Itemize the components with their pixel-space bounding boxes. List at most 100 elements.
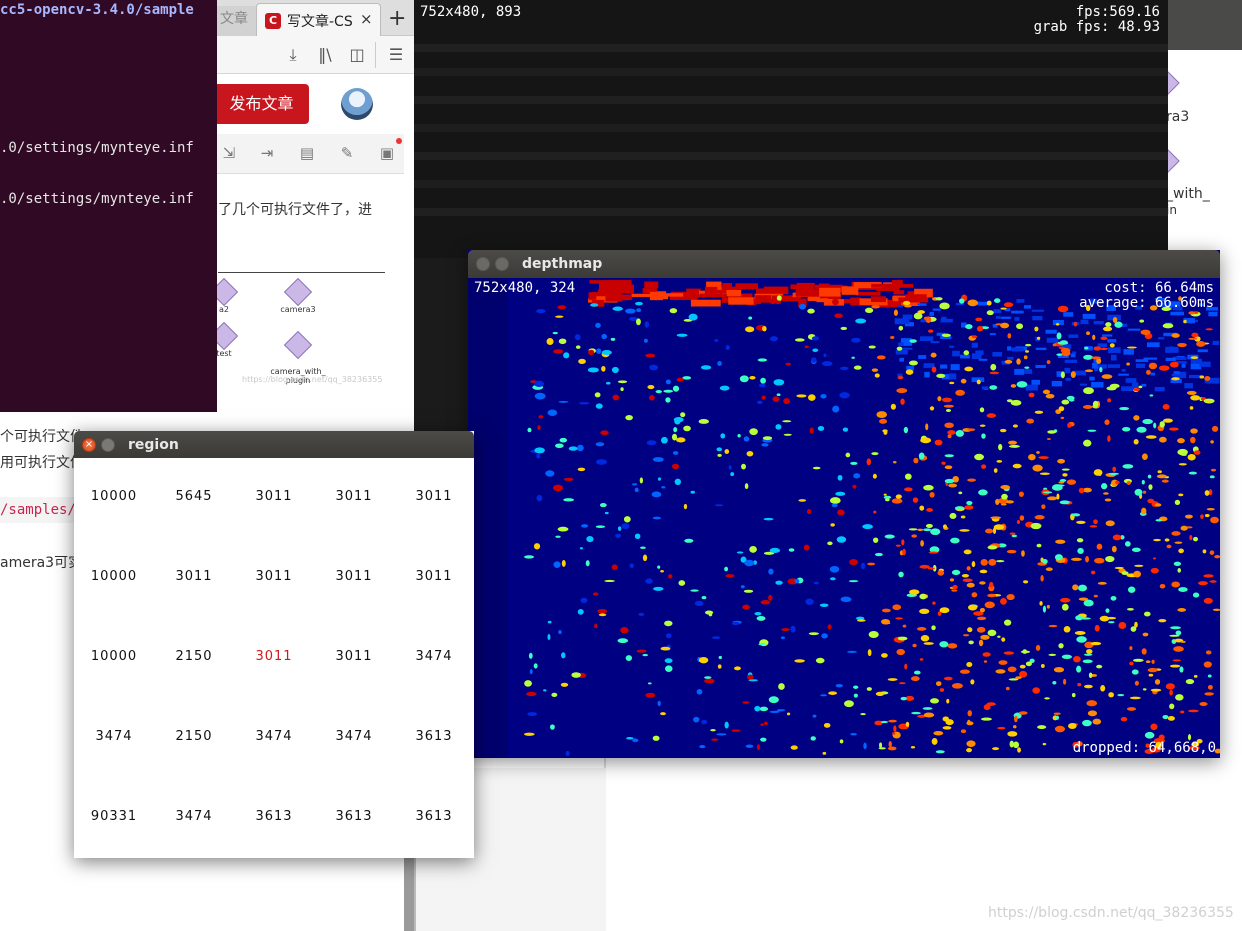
depth-blob: [1111, 545, 1117, 553]
depth-blob: [929, 491, 935, 498]
depth-blob: [758, 383, 766, 388]
depth-blob: [989, 333, 996, 336]
depth-blob: [1063, 626, 1071, 633]
depth-blob: [529, 669, 533, 675]
depth-blob: [868, 631, 879, 639]
quill-icon[interactable]: ✎: [336, 144, 358, 164]
depth-blob: [563, 477, 574, 481]
depth-blob: [891, 498, 903, 504]
depth-blob: [1088, 672, 1093, 679]
depth-blob: [1192, 592, 1200, 598]
depth-blob: [943, 404, 954, 408]
depth-blob: [853, 693, 858, 698]
depth-blob: [1007, 356, 1014, 360]
depth-blob: [976, 616, 987, 621]
depth-blob: [1188, 709, 1199, 713]
depth-blob: [632, 483, 638, 486]
depth-blob: [714, 339, 719, 342]
depth-blob: [749, 545, 757, 553]
publish-button[interactable]: 发布文章: [214, 84, 309, 124]
camera-fps: fps:569.16: [1075, 4, 1160, 20]
depth-blob: [1014, 317, 1020, 321]
depth-blob: [701, 595, 707, 600]
depth-blob: [1031, 379, 1040, 385]
depth-blob: [1025, 350, 1030, 353]
depth-blob: [967, 299, 979, 307]
depth-blob: [1104, 498, 1112, 502]
depth-blob: [879, 742, 883, 749]
depth-blob: [929, 406, 935, 411]
depth-blob: [1099, 615, 1110, 622]
article-text: 用可执行文件: [0, 455, 80, 471]
region-cell: 5645: [175, 489, 213, 504]
depth-blob: [918, 452, 925, 460]
sidebar-icon[interactable]: ◫: [346, 44, 368, 66]
depth-average: average: 66.60ms: [1079, 295, 1214, 311]
depth-blob: [665, 397, 671, 403]
minimize-icon[interactable]: [101, 438, 115, 452]
depth-blob: [1083, 684, 1093, 689]
region-cell: 3613: [335, 809, 373, 824]
depth-blob: [810, 357, 817, 363]
depth-blob: [1062, 473, 1068, 477]
depth-blob: [553, 561, 561, 568]
depth-blob: [672, 385, 680, 392]
depth-blob: [673, 416, 684, 423]
depth-blob: [935, 297, 943, 301]
depth-blob: [611, 564, 618, 570]
depth-blob: [1076, 538, 1084, 543]
depth-blob: [754, 705, 761, 712]
depth-blob: [1150, 723, 1158, 731]
depth-blob: [731, 729, 741, 732]
depth-blob: [1077, 547, 1084, 554]
depth-blob: [790, 284, 812, 290]
depth-blob: [966, 747, 972, 753]
depth-blob: [634, 487, 639, 493]
depth-blob: [1108, 621, 1115, 624]
region-window: × region 10000 5645 3011 3011 3011 10000 3011 3…: [74, 431, 474, 858]
depth-blob: [1178, 587, 1188, 593]
depth-blob: [1204, 490, 1210, 496]
depth-blob: [746, 674, 754, 680]
save-icon[interactable]: ▣: [376, 144, 398, 164]
depth-blob: [590, 303, 599, 307]
library-icon[interactable]: ‖\: [314, 44, 336, 66]
depth-blob: [1134, 680, 1139, 686]
close-icon[interactable]: ×: [82, 438, 96, 452]
depth-blob: [1186, 390, 1197, 396]
close-icon[interactable]: [476, 257, 490, 271]
depth-blob: [1212, 608, 1220, 612]
depth-blob: [558, 630, 562, 635]
tab-close-icon[interactable]: ×: [360, 10, 373, 28]
depth-blob: [1158, 619, 1167, 623]
document-icon[interactable]: ▤: [296, 144, 318, 164]
depth-blob: [693, 716, 700, 723]
depth-blob: [1180, 453, 1187, 456]
depth-blob: [1000, 316, 1011, 319]
depth-blob: [1203, 597, 1213, 604]
depth-blob: [1034, 410, 1044, 414]
tab-active[interactable]: C 写文章-CS ×: [256, 3, 381, 36]
minimize-icon[interactable]: [495, 257, 509, 271]
depth-blob: [941, 397, 953, 403]
depth-blob: [579, 547, 583, 550]
depth-blob: [704, 286, 718, 294]
markdown-icon[interactable]: ⇥: [256, 144, 278, 164]
depth-blob: [1175, 694, 1184, 701]
menu-icon[interactable]: ☰: [385, 44, 407, 66]
avatar[interactable]: [341, 88, 373, 120]
depth-blob: [1173, 561, 1182, 566]
depth-blob: [1161, 479, 1169, 483]
depth-blob: [657, 477, 661, 481]
depth-blob: [910, 745, 916, 749]
depth-blob: [963, 549, 972, 555]
depth-blob: [1025, 384, 1038, 391]
depth-blob: [739, 375, 749, 383]
depth-blob: [577, 467, 586, 472]
depth-blob: [897, 376, 904, 380]
depth-blob: [1082, 719, 1092, 727]
depth-blob: [1034, 326, 1039, 332]
download-icon[interactable]: ⤓: [282, 44, 304, 66]
new-tab-button[interactable]: +: [388, 6, 406, 31]
import-icon[interactable]: ⇲: [218, 144, 240, 164]
